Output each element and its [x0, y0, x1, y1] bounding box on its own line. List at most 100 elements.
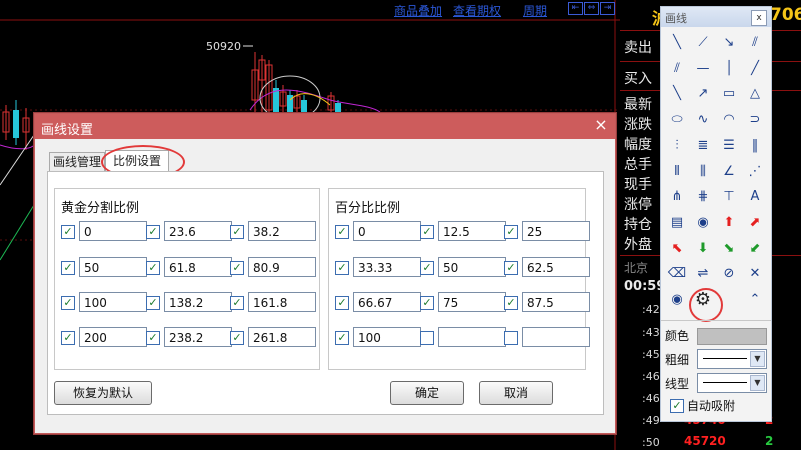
percent-checkbox[interactable] [420, 331, 434, 345]
golden-value-input[interactable]: 80.9 [248, 257, 316, 277]
golden-value-input[interactable]: 100 [79, 292, 147, 312]
superimpose-link[interactable]: 商品叠加 [394, 2, 442, 19]
arrow-icon[interactable]: ↗ [692, 83, 714, 105]
percent-checkbox[interactable]: ✓ [335, 261, 349, 275]
golden-checkbox[interactable]: ✓ [230, 331, 244, 345]
close-icon[interactable]: × [593, 117, 609, 133]
eye-icon[interactable]: ◉ [666, 289, 688, 311]
toolbar-titlebar[interactable]: 画线 x [661, 7, 771, 27]
gann-wheel-icon[interactable]: ◉ [692, 212, 714, 234]
arrow-line-icon[interactable]: ↘ [718, 32, 740, 54]
percent-value-input[interactable]: 100 [353, 327, 421, 347]
golden-checkbox[interactable]: ✓ [230, 261, 244, 275]
ruler-icon[interactable]: ▤ [666, 212, 688, 234]
vertical-line-icon[interactable]: │ [718, 58, 740, 80]
golden-checkbox[interactable]: ✓ [146, 261, 160, 275]
speed-lines-icon[interactable]: ⋕ [692, 186, 714, 208]
golden-value-input[interactable]: 261.8 [248, 327, 316, 347]
golden-value-input[interactable]: 238.2 [164, 327, 232, 347]
golden-checkbox[interactable]: ✓ [146, 331, 160, 345]
golden-checkbox[interactable]: ✓ [61, 261, 75, 275]
ok-button[interactable]: 确定 [390, 381, 464, 405]
arc-open-icon[interactable]: ⊃ [744, 109, 766, 131]
down-right-arrow-icon[interactable]: ⬊ [718, 238, 740, 260]
percent-value-input[interactable]: 75 [438, 292, 506, 312]
gann-angle-icon[interactable]: ∠ [718, 161, 740, 183]
dialog-titlebar[interactable]: 画线设置 × [35, 114, 615, 139]
percent-value-input[interactable]: 33.33 [353, 257, 421, 277]
visibility-toggle-icon[interactable]: ✕ [744, 263, 766, 285]
left-up-arrow-icon[interactable]: ⬋ [744, 238, 766, 260]
golden-checkbox[interactable]: ✓ [230, 225, 244, 239]
segment-icon[interactable]: ╱ [744, 58, 766, 80]
cancel-button[interactable]: 取消 [479, 381, 553, 405]
ray-line-icon[interactable]: ⟋ [692, 32, 714, 54]
auto-snap-checkbox[interactable]: ✓ [670, 399, 684, 413]
percent-checkbox[interactable]: ✓ [335, 296, 349, 310]
golden-value-input[interactable]: 61.8 [164, 257, 232, 277]
golden-checkbox[interactable]: ✓ [230, 296, 244, 310]
percent-checkbox[interactable]: ✓ [335, 331, 349, 345]
golden-checkbox[interactable]: ✓ [146, 296, 160, 310]
golden-checkbox[interactable]: ✓ [61, 331, 75, 345]
rectangle-icon[interactable]: ▭ [718, 83, 740, 105]
nav-right-button[interactable]: ⇥ [600, 2, 615, 15]
arc-icon[interactable]: ◠ [718, 109, 740, 131]
gann-fan-icon[interactable]: ⋰ [744, 161, 766, 183]
parallel-channel-icon[interactable]: ⫽ [666, 58, 688, 80]
period-link[interactable]: 周期 [523, 2, 547, 19]
percent-value-input[interactable]: 25 [522, 221, 590, 241]
regression-icon[interactable]: ⊤ [718, 186, 740, 208]
percent-checkbox[interactable]: ✓ [420, 225, 434, 239]
parallel-line-icon[interactable]: ⫽ [744, 32, 766, 54]
tab-line-management[interactable]: 画线管理 [49, 152, 105, 171]
percent-value-input[interactable]: 66.67 [353, 292, 421, 312]
scroll-up-icon[interactable]: ⌃ [744, 289, 766, 311]
percent-value-input[interactable]: 0 [353, 221, 421, 241]
cycle-lines-icon[interactable]: ⦀ [666, 161, 688, 183]
reset-default-button[interactable]: 恢复为默认 [54, 381, 152, 405]
wave-icon[interactable]: ∿ [692, 109, 714, 131]
view-options-link[interactable]: 查看期权 [453, 2, 501, 19]
line-width-select[interactable]: ▼ [697, 349, 767, 369]
fibonacci-time-icon[interactable]: ⫼ [692, 161, 714, 183]
mark-buysell-icon[interactable]: ⇌ [692, 263, 714, 285]
percent-checkbox[interactable] [504, 331, 518, 345]
color-swatch[interactable] [697, 328, 767, 345]
fibonacci-retrace-icon[interactable]: ≣ [692, 135, 714, 157]
golden-value-input[interactable]: 161.8 [248, 292, 316, 312]
golden-value-input[interactable]: 138.2 [164, 292, 232, 312]
down-arrow-icon[interactable]: ⬇ [692, 238, 714, 260]
diagonal-line-icon[interactable]: ╲ [666, 83, 688, 105]
fibonacci-fan-icon[interactable]: ⫶ [666, 135, 688, 157]
toolbar-close-icon[interactable]: x [751, 10, 767, 26]
chevron-down-icon[interactable]: ▼ [750, 351, 765, 367]
percent-value-input[interactable]: 12.5 [438, 221, 506, 241]
golden-value-input[interactable]: 0 [79, 221, 147, 241]
up-arrow-icon[interactable]: ⬆ [718, 212, 740, 234]
golden-checkbox[interactable]: ✓ [146, 225, 160, 239]
nav-fit-button[interactable]: ⇔ [584, 2, 599, 15]
percent-checkbox[interactable]: ✓ [504, 296, 518, 310]
text-icon[interactable]: A [744, 186, 766, 208]
horizontal-line-icon[interactable]: — [692, 58, 714, 80]
percent-value-input[interactable] [438, 327, 506, 347]
percent-checkbox[interactable]: ✓ [504, 225, 518, 239]
down-left-arrow-icon[interactable]: ⬉ [666, 238, 688, 260]
chevron-down-icon[interactable]: ▼ [750, 375, 765, 391]
percent-value-input[interactable]: 62.5 [522, 257, 590, 277]
percent-checkbox[interactable]: ✓ [420, 296, 434, 310]
golden-checkbox[interactable]: ✓ [61, 296, 75, 310]
line-icon[interactable]: ╲ [666, 32, 688, 54]
golden-value-input[interactable]: 38.2 [248, 221, 316, 241]
golden-checkbox[interactable]: ✓ [61, 225, 75, 239]
line-style-select[interactable]: ▼ [697, 373, 767, 393]
golden-value-input[interactable]: 50 [79, 257, 147, 277]
up-right-arrow-icon[interactable]: ⬈ [744, 212, 766, 234]
triangle-icon[interactable]: △ [744, 83, 766, 105]
percent-checkbox[interactable]: ✓ [504, 261, 518, 275]
time-zones-icon[interactable]: ‖ [744, 135, 766, 157]
percent-value-input[interactable] [522, 327, 590, 347]
percent-checkbox[interactable]: ✓ [420, 261, 434, 275]
percent-value-input[interactable]: 87.5 [522, 292, 590, 312]
